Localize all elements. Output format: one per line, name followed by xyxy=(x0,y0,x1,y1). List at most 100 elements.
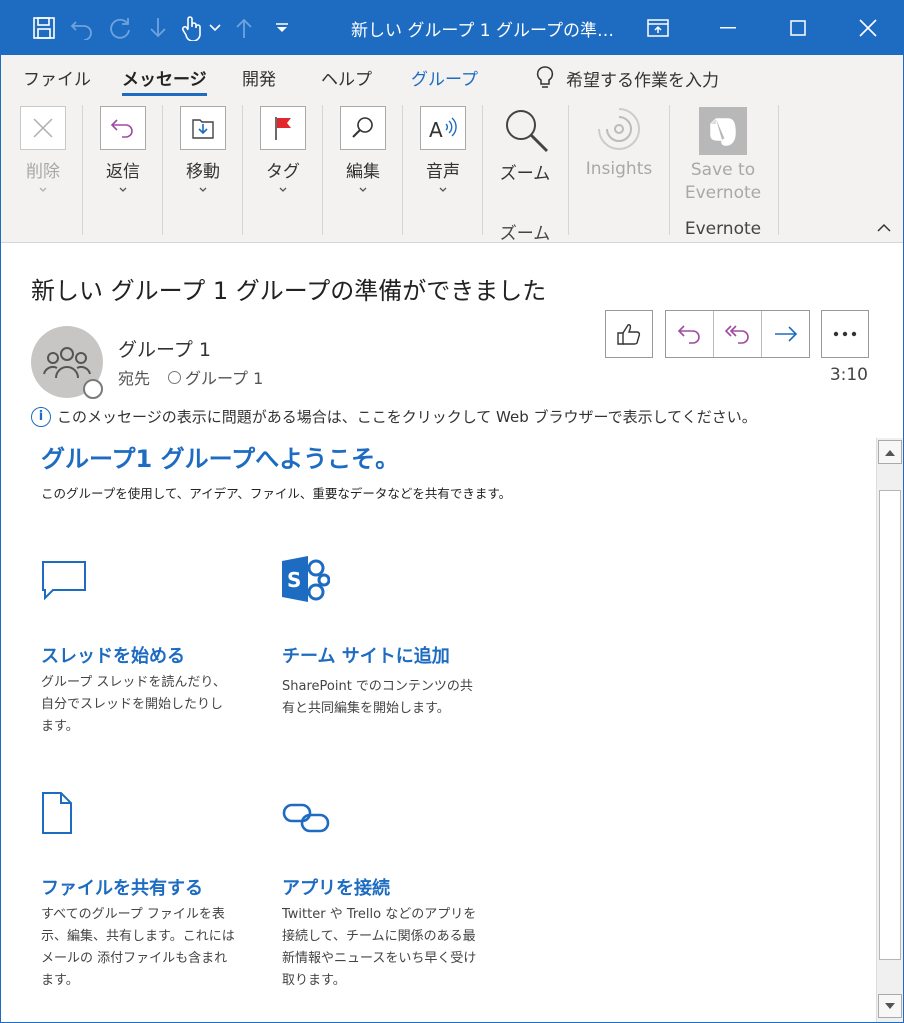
scroll-thumb[interactable] xyxy=(879,490,901,960)
reply-label: 返信 xyxy=(106,162,140,182)
tab-develop[interactable]: 開発 xyxy=(242,65,276,90)
feature-title-connect-apps[interactable]: アプリを接続 xyxy=(282,874,390,900)
more-actions-button[interactable] xyxy=(821,310,869,358)
evernote-group-label: Evernote xyxy=(684,219,762,239)
reply-all-icon[interactable] xyxy=(714,311,762,357)
file-icon xyxy=(42,792,72,834)
tab-file[interactable]: ファイル xyxy=(23,65,91,90)
intro-text: このグループを使用して、アイデア、ファイル、重要なデータなどを共有できます。 xyxy=(41,486,512,501)
edit-button[interactable]: 編集 xyxy=(323,97,403,239)
tags-button[interactable]: タグ xyxy=(243,97,323,239)
maximize-icon[interactable] xyxy=(763,1,833,55)
chat-icon xyxy=(42,561,86,600)
feature-desc-team-site: SharePoint でのコンテンツの共有と共同編集を開始します。 xyxy=(282,679,473,716)
welcome-heading: グループ1 グループへようこそ。 xyxy=(41,445,400,473)
redo-icon[interactable] xyxy=(101,13,139,43)
message-body: グループ1 グループへようこそ。 このグループを使用して、アイデア、ファイル、重… xyxy=(1,436,875,1022)
forward-icon[interactable] xyxy=(762,311,810,357)
move-button[interactable]: 移動 xyxy=(163,97,243,239)
reply-actions-group xyxy=(665,310,810,358)
save-icon[interactable] xyxy=(25,13,63,43)
info-bar[interactable]: i このメッセージの表示に問題がある場合は、ここをクリックして Web ブラウザ… xyxy=(31,406,757,427)
insights-icon xyxy=(598,108,640,150)
feature-desc-share-files: すべてのグループ ファイルを表示、編集、共有します。これにはメールの 添付ファイ… xyxy=(41,907,235,988)
chevron-down-icon[interactable] xyxy=(205,13,225,43)
customize-icon[interactable] xyxy=(263,13,301,43)
like-button[interactable] xyxy=(605,310,653,358)
save-to-evernote-button[interactable]: Save to Evernote Evernote xyxy=(670,97,778,239)
link-icon xyxy=(282,803,330,833)
scroll-down-icon[interactable] xyxy=(878,994,902,1018)
close-icon[interactable] xyxy=(833,1,903,55)
recipient-name[interactable]: グループ 1 xyxy=(185,365,263,389)
edit-label: 編集 xyxy=(346,162,380,182)
reply-icon[interactable] xyxy=(666,311,714,357)
outlook-message-window: 新しい グループ 1 グループの準… ファイル メッセージ 開発 ヘルプ グルー… xyxy=(0,0,904,1023)
voice-label: 音声 xyxy=(426,162,460,182)
zoom-group-label: ズーム xyxy=(499,224,551,244)
tab-message[interactable]: メッセージ xyxy=(122,65,207,96)
sharepoint-icon: S xyxy=(282,556,330,602)
find-icon xyxy=(340,106,386,150)
chevron-down-icon xyxy=(359,187,367,192)
collapse-ribbon-icon[interactable] xyxy=(877,223,891,233)
feature-desc-start-thread: グループ スレッドを読んだり、自分でスレッドを開始したりします。 xyxy=(41,675,226,734)
voice-button[interactable]: A 音声 xyxy=(403,97,483,239)
insights-button[interactable]: Insights xyxy=(569,97,669,239)
delete-icon xyxy=(20,106,66,150)
to-label: 宛先 xyxy=(118,369,151,388)
lightbulb-icon xyxy=(536,66,554,88)
chevron-down-icon xyxy=(439,187,447,192)
down-arrow-icon[interactable] xyxy=(139,13,177,43)
chevron-down-icon xyxy=(119,187,127,192)
up-arrow-icon[interactable] xyxy=(225,13,263,43)
tell-me-search[interactable]: 希望する作業を入力 xyxy=(536,65,719,91)
evernote-label-line1: Save to xyxy=(690,160,756,180)
delete-label: 削除 xyxy=(26,162,60,182)
recipient-presence-icon xyxy=(168,370,182,384)
move-label: 移動 xyxy=(186,162,220,182)
evernote-label: Save to Evernote xyxy=(670,159,776,205)
zoom-label: ズーム xyxy=(499,164,551,184)
body-scrollbar[interactable] xyxy=(876,438,903,1022)
tell-me-label: 希望する作業を入力 xyxy=(566,70,719,91)
sender-name[interactable]: グループ 1 xyxy=(118,335,211,362)
feature-title-team-site[interactable]: チーム サイトに追加 xyxy=(282,642,450,668)
feature-title-share-files[interactable]: ファイルを共有する xyxy=(41,874,203,900)
tags-label: タグ xyxy=(266,162,300,182)
zoom-icon xyxy=(506,110,549,153)
recipient-row: 宛先 グループ 1 xyxy=(118,365,263,389)
evernote-label-line2: Evernote xyxy=(684,183,762,203)
read-aloud-icon: A xyxy=(420,106,466,150)
chevron-down-icon xyxy=(279,187,287,192)
reply-icon xyxy=(100,106,146,150)
more-icon xyxy=(833,331,857,337)
svg-text:S: S xyxy=(287,568,301,592)
insights-label: Insights xyxy=(585,159,653,179)
quick-access-toolbar xyxy=(25,13,301,43)
presence-indicator xyxy=(83,379,103,399)
delete-button[interactable]: 削除 xyxy=(1,97,83,239)
scroll-up-icon[interactable] xyxy=(878,440,902,464)
minimize-icon[interactable] xyxy=(693,1,763,55)
received-time: 3:10 xyxy=(829,365,868,385)
window-title: 新しい グループ 1 グループの準… xyxy=(351,21,614,41)
title-bar: 新しい グループ 1 グループの準… xyxy=(1,1,903,55)
info-text: このメッセージの表示に問題がある場合は、ここをクリックして Web ブラウザーで… xyxy=(57,408,757,426)
feature-desc-connect-apps: Twitter や Trello などのアプリを接続して、チームに関係のある最新… xyxy=(282,907,477,988)
flag-icon xyxy=(260,106,306,150)
tab-group[interactable]: グループ xyxy=(411,65,478,90)
reply-button[interactable]: 返信 xyxy=(83,97,163,239)
zoom-button[interactable]: ズーム ズーム xyxy=(483,97,569,244)
tab-help[interactable]: ヘルプ xyxy=(321,65,372,90)
chevron-down-icon xyxy=(39,187,47,192)
chevron-down-icon xyxy=(199,187,207,192)
ribbon: 削除 返信 移動 タグ 編集 A 音声 ズーム ズーム Insights Sav… xyxy=(1,97,903,244)
feature-title-start-thread[interactable]: スレッドを始める xyxy=(41,642,185,668)
undo-icon[interactable] xyxy=(63,13,101,43)
like-icon xyxy=(617,324,641,345)
info-icon: i xyxy=(31,406,51,427)
message-subject: 新しい グループ 1 グループの準備ができました xyxy=(31,277,547,305)
touch-icon[interactable] xyxy=(177,13,205,43)
restore-icon[interactable] xyxy=(623,1,693,55)
